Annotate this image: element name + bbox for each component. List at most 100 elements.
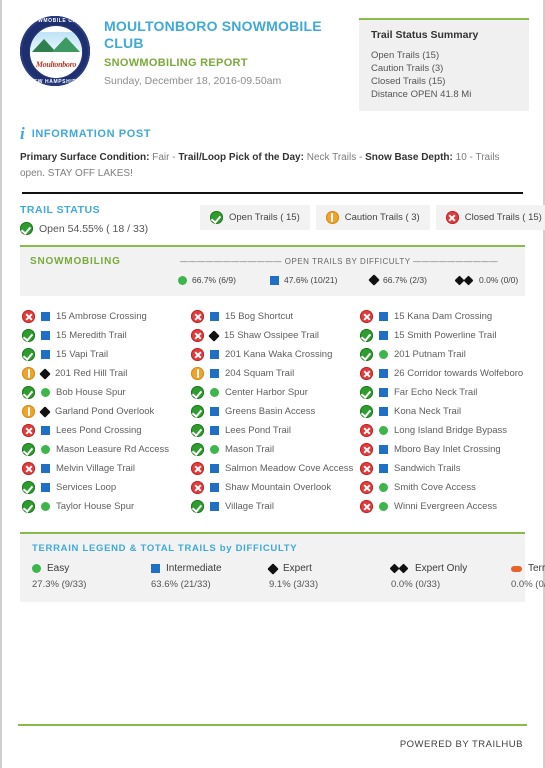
- snowmobiling-panel: SNOWMOBILING ———————————— OPEN TRAILS BY…: [20, 245, 525, 296]
- trail-name: Lees Pond Crossing: [56, 425, 142, 436]
- trail-row[interactable]: Taylor House Spur: [22, 497, 191, 516]
- trail-row[interactable]: 15 Smith Powerline Trail: [360, 326, 525, 345]
- trail-row[interactable]: Long Island Bridge Bypass: [360, 421, 525, 440]
- club-logo: SNOWMOBILE CLUB Moultonboro NEW HAMPSHIR…: [20, 16, 90, 86]
- trail-column: 15 Kana Dam Crossing 15 Smith Powerline T…: [360, 307, 525, 516]
- trail-row[interactable]: 15 Ambrose Crossing: [22, 307, 191, 326]
- trail-column: 15 Ambrose Crossing 15 Meredith Trail 15 V…: [22, 307, 191, 516]
- powered-by-label: POWERED BY TRAILHUB: [399, 739, 523, 750]
- trail-row[interactable]: Bob House Spur: [22, 383, 191, 402]
- trail-name: Greens Basin Access: [225, 406, 316, 417]
- closed-status-icon: [22, 462, 35, 475]
- open-status-icon: [191, 424, 204, 437]
- legend-head-intermediate: Intermediate: [151, 563, 269, 574]
- trail-row[interactable]: Services Loop: [22, 478, 191, 497]
- trail-name: 15 Meredith Trail: [56, 330, 127, 341]
- trail-row[interactable]: 15 Shaw Ossipee Trail: [191, 326, 360, 345]
- intermediate-difficulty-icon: [41, 464, 50, 473]
- intermediate-difficulty-icon: [210, 502, 219, 511]
- trail-name: 26 Corridor towards Wolfeboro: [394, 368, 524, 379]
- info-icon: i: [20, 124, 25, 143]
- trail-row[interactable]: 204 Squam Trail: [191, 364, 360, 383]
- trail-row[interactable]: 15 Kana Dam Crossing: [360, 307, 525, 326]
- trail-row[interactable]: Sandwich Trails: [360, 459, 525, 478]
- intermediate-difficulty-icon: [151, 564, 160, 573]
- trail-row[interactable]: 201 Kana Waka Crossing: [191, 345, 360, 364]
- caution-status-icon: [22, 405, 35, 418]
- trail-row[interactable]: Garland Pond Overlook: [22, 402, 191, 421]
- trail-row[interactable]: Greens Basin Access: [191, 402, 360, 421]
- pill-open-trails-label: Open Trails ( 15): [229, 212, 300, 223]
- easy-difficulty-icon: [379, 502, 388, 511]
- expert-only-difficulty-icon: [456, 276, 474, 285]
- difficulty-stat-expert-only-text: 0.0% (0/0): [479, 275, 519, 285]
- trail-status-open-summary: Open 54.55% ( 18 / 33): [20, 222, 200, 235]
- legend-pct-intermediate: 63.6% (21/33): [151, 579, 211, 590]
- closed-status-icon: [22, 310, 35, 323]
- pill-closed-trails[interactable]: Closed Trails ( 15): [435, 205, 545, 230]
- difficulty-stat-intermediate: 47.6% (10/21): [270, 275, 370, 285]
- trail-name: Village Trail: [225, 501, 274, 512]
- trail-row[interactable]: 15 Meredith Trail: [22, 326, 191, 345]
- intermediate-difficulty-icon: [41, 483, 50, 492]
- pill-open-trails[interactable]: Open Trails ( 15): [200, 205, 310, 230]
- label-surface-condition: Primary Surface Condition:: [20, 152, 150, 163]
- snowmobiling-label: SNOWMOBILING: [30, 256, 121, 267]
- trail-row[interactable]: Village Trail: [191, 497, 360, 516]
- trail-status-pills: Open Trails ( 15) Caution Trails ( 3) Cl…: [200, 204, 545, 230]
- easy-difficulty-icon: [379, 426, 388, 435]
- open-status-icon: [360, 348, 373, 361]
- trail-row[interactable]: 201 Putnam Trail: [360, 345, 525, 364]
- legend-pct-terrain-park: 0.0% (0/33): [511, 579, 545, 590]
- header-titles: MOULTONBORO SNOWMOBILE CLUB SNOWMOBILING…: [104, 14, 359, 87]
- expert-difficulty-icon: [368, 274, 380, 286]
- trail-row[interactable]: Lees Pond Trail: [191, 421, 360, 440]
- snowmobiling-header-row: SNOWMOBILING ———————————— OPEN TRAILS BY…: [30, 256, 515, 267]
- intermediate-difficulty-icon: [379, 388, 388, 397]
- trail-row[interactable]: 15 Vapi Trail: [22, 345, 191, 364]
- trail-name: 15 Shaw Ossipee Trail: [224, 330, 320, 341]
- intermediate-difficulty-icon: [210, 426, 219, 435]
- easy-difficulty-icon: [379, 350, 388, 359]
- logo-inner: Moultonboro: [29, 25, 83, 79]
- intermediate-difficulty-icon: [379, 445, 388, 454]
- intermediate-difficulty-icon: [210, 464, 219, 473]
- trail-row[interactable]: Mboro Bay Inlet Crossing: [360, 440, 525, 459]
- trail-row[interactable]: Kona Neck Trail: [360, 402, 525, 421]
- trail-row[interactable]: Mason Leasure Rd Access: [22, 440, 191, 459]
- trail-row[interactable]: Smith Cove Access: [360, 478, 525, 497]
- expert-difficulty-icon: [208, 329, 220, 342]
- sep-4: -: [356, 152, 366, 163]
- trail-row[interactable]: Winni Evergreen Access: [360, 497, 525, 516]
- trail-status-section: TRAIL STATUS Open 54.55% ( 18 / 33) Open…: [16, 194, 545, 235]
- summary-title: Trail Status Summary: [371, 29, 479, 41]
- trail-row[interactable]: 26 Corridor towards Wolfeboro: [360, 364, 525, 383]
- intermediate-difficulty-icon: [41, 426, 50, 435]
- open-status-icon: [191, 500, 204, 513]
- legend-head-easy: Easy: [32, 563, 151, 574]
- trail-name: Smith Cove Access: [394, 482, 476, 493]
- trail-row[interactable]: Salmon Meadow Cove Access: [191, 459, 360, 478]
- trail-row[interactable]: Mason Trail: [191, 440, 360, 459]
- expert-only-difficulty-icon: [391, 564, 409, 573]
- trail-row[interactable]: Far Echo Neck Trail: [360, 383, 525, 402]
- closed-status-icon: [191, 348, 204, 361]
- trail-name: Mason Trail: [225, 444, 275, 455]
- intermediate-difficulty-icon: [379, 464, 388, 473]
- trail-row[interactable]: Lees Pond Crossing: [22, 421, 191, 440]
- trail-row[interactable]: Center Harbor Spur: [191, 383, 360, 402]
- trail-name: Mason Leasure Rd Access: [56, 444, 170, 455]
- trail-row[interactable]: 201 Red Hill Trail: [22, 364, 191, 383]
- trail-row[interactable]: Shaw Mountain Overlook: [191, 478, 360, 497]
- pill-caution-trails[interactable]: Caution Trails ( 3): [315, 205, 430, 230]
- closed-status-icon: [191, 462, 204, 475]
- open-status-icon: [191, 386, 204, 399]
- report-footer: POWERED BY TRAILHUB: [18, 724, 527, 750]
- trail-row[interactable]: Melvin Village Trail: [22, 459, 191, 478]
- legend-item-expert-only: Expert Only 0.0% (0/33): [391, 563, 511, 590]
- trail-row[interactable]: 15 Bog Shortcut: [191, 307, 360, 326]
- value-surface-condition: Fair: [152, 152, 170, 163]
- intermediate-difficulty-icon: [210, 407, 219, 416]
- open-status-icon: [22, 386, 35, 399]
- terrain-legend-items: Easy 27.3% (9/33) Intermediate 63.6% (21…: [32, 562, 545, 590]
